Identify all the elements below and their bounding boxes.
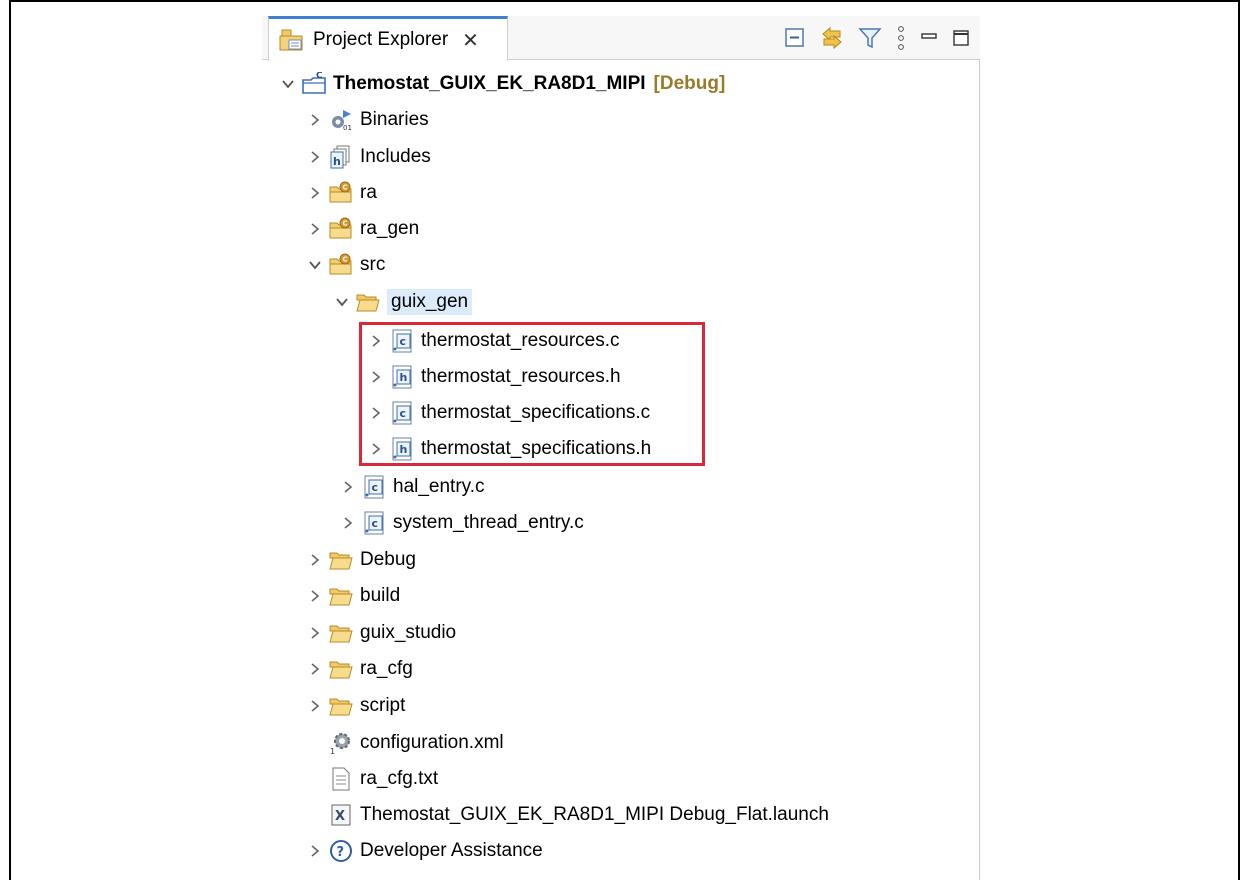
includes-label: Includes [360,146,431,167]
svg-text:1: 1 [330,747,335,755]
source-folder-icon: C [329,217,352,239]
chevron-right-icon[interactable] [307,552,323,568]
chevron-right-icon[interactable] [307,149,323,165]
collapse-all-icon[interactable] [784,27,806,49]
text-file-icon [332,767,350,791]
chevron-down-icon[interactable] [307,257,323,273]
ra-label: ra [360,182,377,203]
view-toolbar [784,24,970,52]
file-label: hal_entry.c [393,476,485,497]
chevron-right-icon[interactable] [307,698,323,714]
source-folder-icon: C [329,181,352,203]
chevron-right-icon[interactable] [307,112,323,128]
binaries-icon: 01 [332,110,352,132]
tree-item-ra-cfg[interactable]: ra_cfg [307,652,413,686]
svg-text:h: h [333,155,341,168]
maximize-icon[interactable] [952,29,970,47]
svg-text:C: C [343,184,348,192]
filter-icon[interactable] [858,26,882,50]
chevron-right-icon[interactable] [307,625,323,641]
binaries-label: Binaries [360,109,429,130]
tree-item-developer-assistance[interactable]: ? Developer Assistance [307,834,543,868]
c-project-icon: C [302,72,326,94]
tree-item-project[interactable]: C Themostat_GUIX_EK_RA8D1_MIPI [Debug] [280,67,725,101]
highlight-box [359,322,705,466]
source-folder-icon: C [329,253,352,275]
view-tab-bar: Project Explorer ✕ [262,16,980,61]
tree-item-launch-file[interactable]: X Themostat_GUIX_EK_RA8D1_MIPI Debug_Fla… [307,798,829,832]
tree-item-hal-entry-c[interactable]: c hal_entry.c [340,470,485,504]
tab-project-explorer[interactable]: Project Explorer ✕ [268,16,508,61]
guix-studio-label: guix_studio [360,622,457,643]
c-file-icon: c [364,511,384,535]
tree-item-includes[interactable]: h Includes [307,140,431,174]
tree-item-guix-gen[interactable]: guix_gen [334,285,473,319]
project-explorer-icon [279,29,303,51]
tree-item-debug[interactable]: Debug [307,543,416,577]
tree-item-ra-gen[interactable]: C ra_gen [307,212,419,246]
tab-label: Project Explorer [313,29,449,50]
file-label: system_thread_entry.c [393,512,584,533]
guix-gen-label: guix_gen [387,289,473,315]
folder-icon [329,698,353,716]
svg-text:01: 01 [343,124,352,132]
project-name: Themostat_GUIX_EK_RA8D1_MIPI [333,73,646,94]
xml-file-icon: X [331,804,351,826]
debug-label: Debug [360,549,416,570]
tree-item-binaries[interactable]: 01 Binaries [307,103,429,137]
tree-item-system-thread-entry-c[interactable]: c system_thread_entry.c [340,506,584,540]
tree-item-ra[interactable]: C ra [307,176,377,210]
includes-icon: h [330,145,350,169]
configuration-gear-icon: 1 [330,733,350,755]
launch-file-label: Themostat_GUIX_EK_RA8D1_MIPI Debug_Flat.… [360,804,829,825]
folder-icon [329,625,353,643]
tree-item-configuration-xml[interactable]: 1 configuration.xml [307,726,504,760]
build-label: build [360,585,401,606]
c-file-icon: c [364,475,384,499]
chevron-right-icon[interactable] [307,661,323,677]
configuration-label: configuration.xml [360,732,504,753]
view-menu-icon[interactable] [896,25,906,51]
chevron-right-icon[interactable] [340,479,356,495]
tree-item-src[interactable]: C src [307,248,385,282]
ra-gen-label: ra_gen [360,218,420,239]
open-folder-icon [356,294,380,312]
help-icon: ? [330,840,352,862]
svg-text:X: X [335,809,345,824]
script-label: script [360,695,406,716]
chevron-right-icon[interactable] [307,588,323,604]
build-config-tag: [Debug] [653,73,726,94]
svg-text:?: ? [337,845,345,860]
src-label: src [360,254,386,275]
tree-item-script[interactable]: script [307,689,405,723]
folder-icon [329,661,353,679]
folder-icon [329,552,353,570]
chevron-right-icon[interactable] [340,515,356,531]
chevron-right-icon[interactable] [307,843,323,859]
svg-text:c: c [372,481,379,494]
link-editor-icon[interactable] [820,26,844,50]
tree-item-guix-studio[interactable]: guix_studio [307,616,456,650]
svg-text:C: C [316,72,323,81]
chevron-right-icon[interactable] [307,221,323,237]
svg-text:c: c [372,517,379,530]
svg-text:C: C [343,256,348,264]
developer-assistance-label: Developer Assistance [360,840,543,861]
ra-cfg-txt-label: ra_cfg.txt [360,768,439,789]
ra-cfg-label: ra_cfg [360,658,413,679]
close-icon[interactable]: ✕ [462,28,479,53]
chevron-down-icon[interactable] [334,294,350,310]
minimize-icon[interactable] [920,29,938,47]
tree-item-build[interactable]: build [307,579,400,613]
chevron-right-icon[interactable] [307,185,323,201]
folder-icon [329,588,353,606]
svg-text:C: C [343,220,348,228]
chevron-down-icon[interactable] [280,76,296,92]
tree-item-ra-cfg-txt[interactable]: ra_cfg.txt [307,762,438,796]
